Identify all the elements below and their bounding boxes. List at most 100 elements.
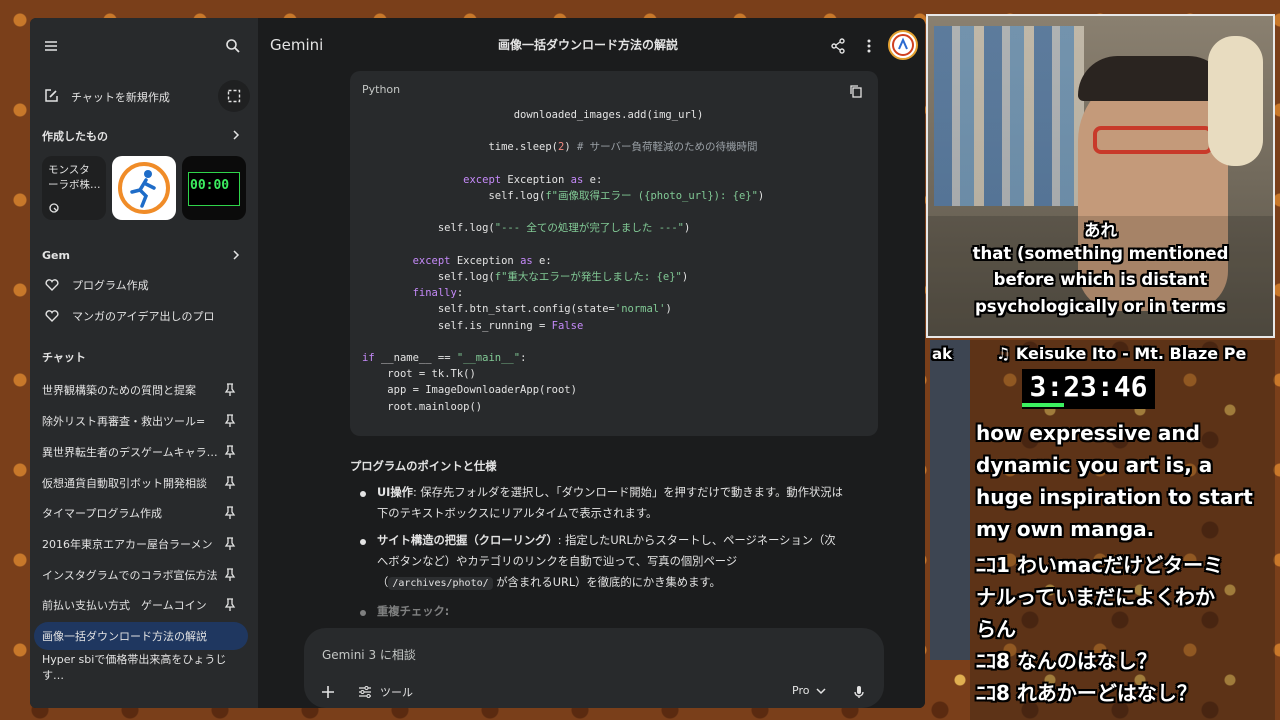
main-panel: Gemini 画像一括ダウンロード方法の解説 Python downloaded… [258, 18, 925, 708]
chat-item[interactable]: 世界観構築のための質問と提案 [34, 376, 248, 404]
new-chat-icon[interactable] [41, 86, 61, 106]
code-token: "__main__" [456, 352, 521, 365]
partial-label: ak [932, 345, 953, 363]
conversation-title: 画像一括ダウンロード方法の解説 [498, 38, 679, 52]
prompt-input-box[interactable]: Gemini 3 に相談 ツール Pro [304, 628, 884, 708]
code-token: root = tk.Tk() [387, 368, 476, 381]
code-token: time.sleep( [488, 141, 558, 154]
code-line: ​ [362, 237, 764, 253]
pin-icon[interactable] [224, 476, 236, 490]
gem-item-manga[interactable]: マンガのアイデア出しのプロ [44, 304, 214, 328]
gem-heading: Gem [42, 249, 70, 262]
chat-item[interactable]: 2016年東京エアカー屋台ラーメン [34, 530, 248, 558]
chat-item[interactable]: インスタグラムでのコラボ宣伝方法 [34, 561, 248, 589]
created-card-runner[interactable] [112, 156, 176, 220]
stream-chat-line: huge inspiration to start [976, 485, 1253, 509]
code-token: root.mainloop() [387, 400, 483, 413]
copy-icon[interactable] [846, 81, 866, 101]
stream-chat-line: dynamic you art is, a [976, 453, 1213, 477]
created-card-monster[interactable]: モンスタ ーラボ株… [42, 156, 106, 220]
prompt-input[interactable]: Gemini 3 に相談 [322, 646, 416, 663]
code-token: e: [583, 173, 603, 186]
caption-line: psychologically or in terms [974, 297, 1227, 316]
chat-item[interactable]: 異世界転生者のデスゲームキャラ… [34, 438, 248, 466]
pin-icon[interactable] [224, 414, 236, 428]
new-chat-button[interactable]: チャットを新規作成 [71, 89, 170, 105]
code-line: finally: [362, 285, 764, 301]
stream-chat-line: my own manga. [976, 517, 1155, 541]
chat-item-label: 世界観構築のための質問と提案 [42, 384, 196, 397]
glasses-icon [1093, 126, 1213, 154]
pin-icon[interactable] [224, 506, 236, 520]
bullet-text: : 保存先フォルダを選択し、「ダウンロード開始」を押すだけで動きます。動作状況は [412, 486, 843, 499]
chat-item-label: タイマープログラム作成 [42, 507, 163, 520]
gem-item-program[interactable]: プログラム作成 [44, 273, 149, 297]
timer-progress [1022, 403, 1064, 407]
more-vert-icon[interactable] [859, 36, 879, 56]
chat-item[interactable]: タイマープログラム作成 [34, 499, 248, 527]
search-icon[interactable] [223, 36, 243, 56]
chat-item[interactable]: Hyper sbiで価格帯出来高をひょうじす… [34, 653, 248, 682]
avatar[interactable] [888, 30, 918, 60]
card-label-line2: ーラボ株… [48, 179, 101, 191]
code-line: self.btn_start.config(state='normal') [362, 301, 764, 317]
code-line: self.log(f"画像取得エラー ({photo_url}): {e}") [362, 188, 764, 204]
pin-icon[interactable] [224, 537, 236, 551]
bullet-text: （ [377, 576, 389, 589]
chat-item-label: 2016年東京エアカー屋台ラーメン [42, 538, 213, 551]
chat-item-label: 画像一括ダウンロード方法の解説 [42, 630, 207, 643]
chevron-down-icon [816, 687, 826, 694]
temporary-chat-button[interactable] [218, 80, 250, 112]
code-line: time.sleep(2) # サーバー負荷軽減のための待機時間 [362, 139, 764, 155]
stream-chat-line: ﾆｺ8 なんのはなし？ [976, 649, 1157, 673]
gem-heart-icon [45, 310, 59, 322]
dashed-square-icon [227, 89, 241, 103]
chat-item[interactable]: 除外リスト再審査・救出ツール= [34, 407, 248, 435]
stream-chat-line: how expressive and [976, 421, 1200, 445]
code-token: finally [412, 287, 457, 300]
chat-item-label: インスタグラムでのコラボ宣伝方法 [42, 569, 218, 582]
code-line: root = tk.Tk() [362, 366, 764, 382]
code-line: ​ [362, 156, 764, 172]
code-token: ) [757, 190, 765, 203]
code-token: Exception [450, 254, 521, 267]
code-token: ) [564, 141, 577, 154]
bullet-ui: UI操作: 保存先フォルダを選択し、「ダウンロード開始」を押すだけで動きます。動… [377, 482, 882, 524]
tools-button[interactable]: ツール [358, 684, 413, 700]
code-token: self.log( [437, 222, 495, 235]
bullet-text: 下のテキストボックスにリアルタイムで表示されます。 [377, 507, 658, 520]
pin-icon[interactable] [224, 445, 236, 459]
created-card-timer[interactable]: 00:00 [182, 156, 246, 220]
code-line: self.is_running = False [362, 318, 764, 334]
pin-icon[interactable] [224, 598, 236, 612]
plus-icon[interactable] [318, 682, 338, 702]
chat-item[interactable]: 画像一括ダウンロード方法の解説 [34, 622, 248, 650]
code-token: except [463, 173, 502, 186]
model-selector[interactable]: Pro [792, 684, 827, 697]
code-token: ) [681, 271, 689, 284]
section-heading: プログラムのポイントと仕様 [350, 460, 497, 473]
chevron-right-icon[interactable] [230, 129, 242, 141]
brand-title[interactable]: Gemini [270, 36, 323, 54]
stream-chat-line: ﾆｺ8 れあかーどはなし？ [976, 681, 1197, 705]
share-icon[interactable] [828, 36, 848, 56]
code-token: self.btn_start.config(state= [437, 303, 615, 316]
pin-icon[interactable] [224, 383, 236, 397]
chat-item[interactable]: 仮想通貨自動取引ボット開発相談 [34, 469, 248, 497]
menu-icon[interactable] [41, 36, 61, 56]
code-line: self.log(f"重大なエラーが発生しました: {e}") [362, 269, 764, 285]
pin-icon[interactable] [224, 568, 236, 582]
code-token: except [412, 254, 451, 267]
chevron-right-icon[interactable] [230, 249, 242, 261]
code-line: downloaded_images.add(img_url) [362, 107, 764, 123]
code-token: : [456, 287, 464, 300]
chat-item[interactable]: 前払い支払い方式 ゲームコイン [34, 591, 248, 619]
microphone-icon[interactable] [849, 682, 869, 702]
bullet-crawl: サイト構造の把握（クローリング）: 指定したURLからスタートし、ページネーショ… [377, 530, 882, 594]
